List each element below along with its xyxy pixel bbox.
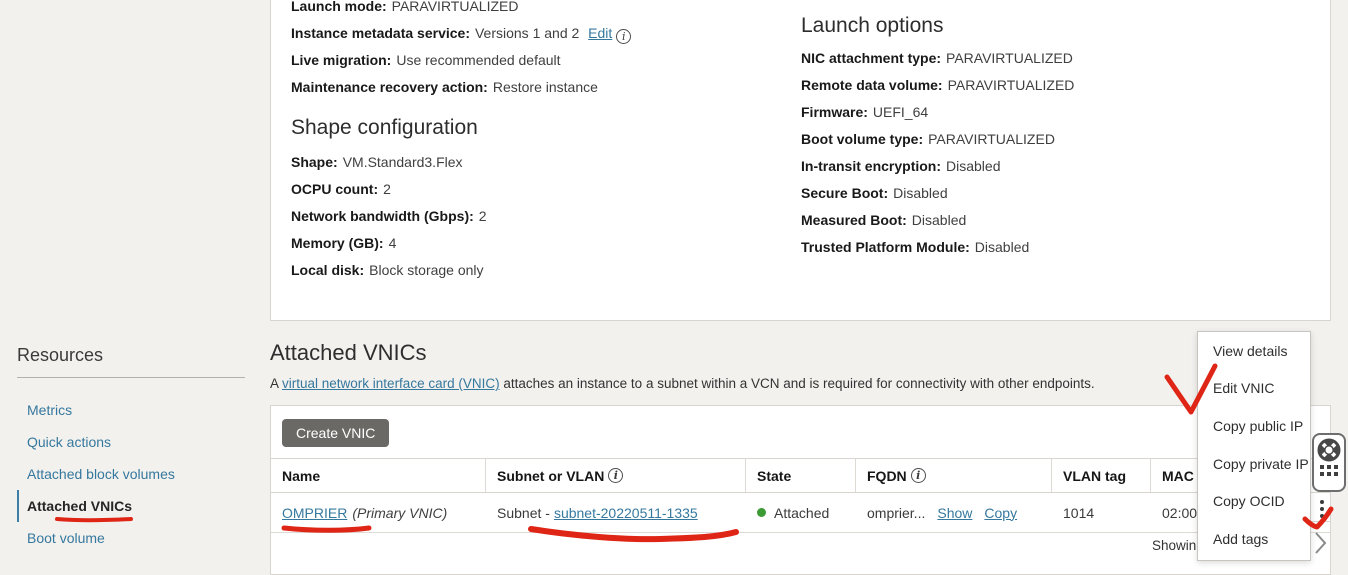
launch-options-fields: NIC attachment type:PARAVIRTUALIZED Remo… <box>801 45 1074 261</box>
field-live-migration: Live migration:Use recommended default <box>291 47 631 74</box>
subnet-link[interactable]: subnet-20220511-1335 <box>554 505 698 521</box>
col-header-subnet-or-vlan: Subnet or VLANi <box>486 459 746 492</box>
attached-vnics-description: A virtual network interface card (VNIC) … <box>270 375 1095 392</box>
info-icon[interactable]: i <box>911 468 926 483</box>
menu-item-copy-ocid[interactable]: Copy OCID <box>1198 482 1310 520</box>
sidebar-divider <box>17 377 245 378</box>
field-network-bandwidth: Network bandwidth (Gbps):2 <box>291 203 487 230</box>
field-firmware: Firmware:UEFI_64 <box>801 99 1074 126</box>
field-launch-mode: Launch mode:PARAVIRTUALIZED <box>291 0 631 20</box>
field-instance-metadata-service: Instance metadata service:Versions 1 and… <box>291 20 631 47</box>
table-header: Name Subnet or VLANi State FQDNi VLAN ta… <box>271 458 1330 493</box>
general-fields: Launch mode:PARAVIRTUALIZED Instance met… <box>291 0 631 101</box>
field-memory: Memory (GB):4 <box>291 230 487 257</box>
info-icon[interactable]: i <box>608 468 623 483</box>
menu-item-copy-private-ip[interactable]: Copy private IP <box>1198 445 1310 483</box>
sidebar-item-quick-actions[interactable]: Quick actions <box>17 426 247 458</box>
resources-sidebar: Resources Metrics Quick actions Attached… <box>17 344 247 554</box>
cell-subnet: Subnet - subnet-20220511-1335 <box>486 493 746 532</box>
menu-item-add-tags[interactable]: Add tags <box>1198 520 1310 558</box>
cell-fqdn: omprier... Show Copy <box>856 493 1052 532</box>
instance-details-panel: Launch mode:PARAVIRTUALIZED Instance met… <box>270 0 1331 321</box>
field-remote-data-volume: Remote data volume:PARAVIRTUALIZED <box>801 72 1074 99</box>
state-label: Attached <box>774 505 829 521</box>
field-boot-volume-type: Boot volume type:PARAVIRTUALIZED <box>801 126 1074 153</box>
row-divider <box>1311 521 1331 522</box>
shape-configuration-title: Shape configuration <box>291 113 478 143</box>
cell-state: Attached <box>746 493 856 532</box>
row-actions-kebab-icon[interactable] <box>1314 497 1330 521</box>
state-attached-dot <box>757 508 766 517</box>
field-shape: Shape:VM.Standard3.Flex <box>291 149 487 176</box>
menu-item-edit-vnic[interactable]: Edit VNIC <box>1198 370 1310 408</box>
sidebar-item-attached-block-volumes[interactable]: Attached block volumes <box>17 458 247 490</box>
vnic-doc-link[interactable]: virtual network interface card (VNIC) <box>282 376 500 391</box>
col-header-name: Name <box>271 459 486 492</box>
sidebar-item-boot-volume[interactable]: Boot volume <box>17 522 247 554</box>
sidebar-title: Resources <box>17 344 247 366</box>
fqdn-copy-link[interactable]: Copy <box>984 505 1017 521</box>
field-ocpu-count: OCPU count:2 <box>291 176 487 203</box>
vnic-name-link[interactable]: OMPRIER <box>282 505 347 521</box>
sidebar-item-attached-vnics[interactable]: Attached VNICs <box>17 490 247 522</box>
col-header-vlan-tag: VLAN tag <box>1052 459 1151 492</box>
field-trusted-platform-module: Trusted Platform Module:Disabled <box>801 234 1074 261</box>
col-header-fqdn: FQDNi <box>856 459 1052 492</box>
table-row: OMPRIER (Primary VNIC) Subnet - subnet-2… <box>271 493 1330 533</box>
attached-vnics-title: Attached VNICs <box>270 338 427 368</box>
menu-item-copy-public-ip[interactable]: Copy public IP <box>1198 407 1310 445</box>
create-vnic-button[interactable]: Create VNIC <box>282 419 389 447</box>
col-header-state: State <box>746 459 856 492</box>
scroll-right-chevron-icon[interactable] <box>1311 530 1329 561</box>
fqdn-show-link[interactable]: Show <box>937 505 972 521</box>
sidebar-item-metrics[interactable]: Metrics <box>17 394 247 426</box>
cell-name: OMPRIER (Primary VNIC) <box>271 493 486 532</box>
field-nic-attachment: NIC attachment type:PARAVIRTUALIZED <box>801 45 1074 72</box>
lifebuoy-support-icon[interactable] <box>1317 438 1341 462</box>
field-in-transit-encryption: In-transit encryption:Disabled <box>801 153 1074 180</box>
field-secure-boot: Secure Boot:Disabled <box>801 180 1074 207</box>
edit-metadata-link[interactable]: Edit <box>588 25 612 41</box>
field-local-disk: Local disk:Block storage only <box>291 257 487 284</box>
field-maintenance-recovery: Maintenance recovery action:Restore inst… <box>291 74 631 101</box>
shape-configuration-fields: Shape:VM.Standard3.Flex OCPU count:2 Net… <box>291 149 487 284</box>
floating-helper-widget[interactable] <box>1312 433 1346 492</box>
info-icon[interactable]: i <box>616 29 631 44</box>
primary-vnic-label: (Primary VNIC) <box>352 505 447 521</box>
apps-grid-icon[interactable] <box>1320 465 1338 476</box>
cell-vlan-tag: 1014 <box>1052 493 1151 532</box>
vnic-actions-context-menu: View details Edit VNIC Copy public IP Co… <box>1197 331 1311 561</box>
fqdn-value: omprier... <box>867 505 925 521</box>
launch-options-title: Launch options <box>801 11 943 41</box>
field-measured-boot: Measured Boot:Disabled <box>801 207 1074 234</box>
table-footer-showing: Showin <box>1152 538 1196 553</box>
menu-item-view-details[interactable]: View details <box>1198 332 1310 370</box>
